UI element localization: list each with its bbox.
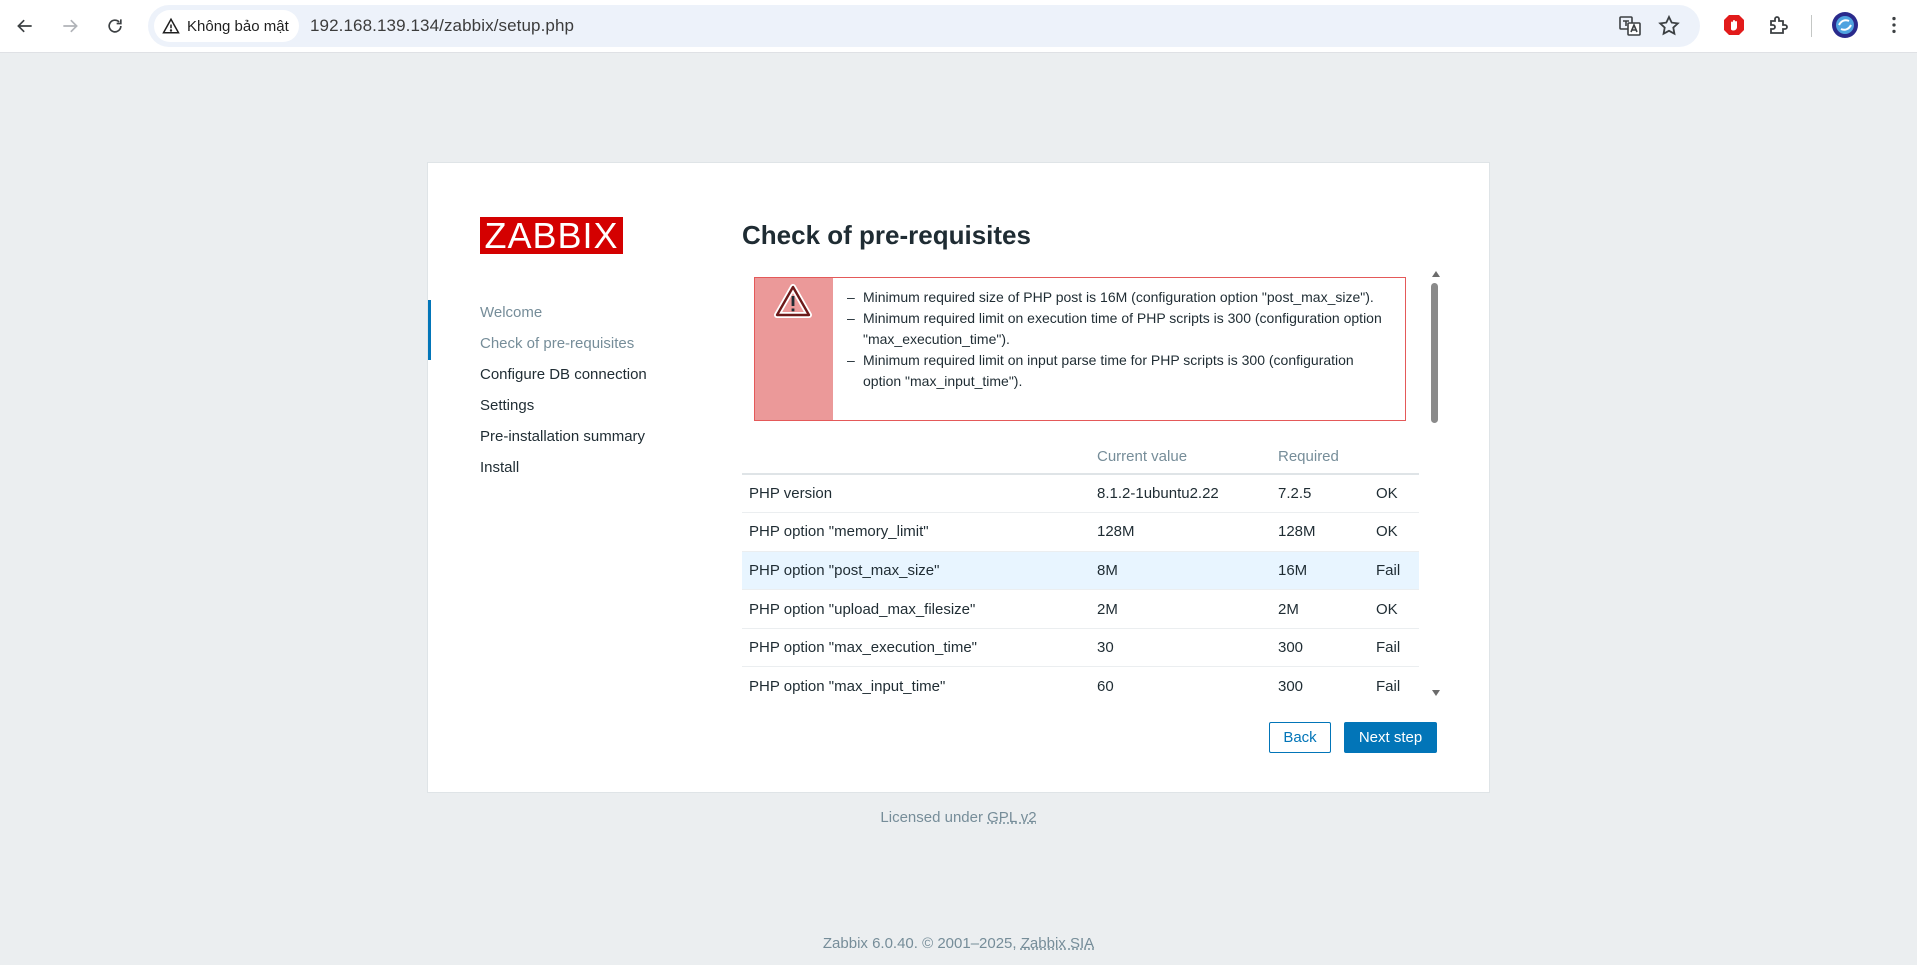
row-current: 8.1.2-1ubuntu2.22: [1090, 474, 1271, 514]
table-row: PHP option "max_execution_time" 30 300 F…: [742, 628, 1419, 668]
step-configure-db: Configure DB connection: [480, 366, 647, 383]
row-name: PHP version: [742, 474, 1090, 514]
forward-arrow-icon[interactable]: [53, 9, 87, 43]
row-required: 300: [1271, 666, 1369, 696]
bookmark-star-icon[interactable]: [1657, 14, 1681, 38]
table-row: PHP version 8.1.2-1ubuntu2.22 7.2.5 OK: [742, 474, 1419, 514]
error-message-list: Minimum required size of PHP post is 16M…: [847, 287, 1387, 392]
zabbix-logo: ZABBIX: [480, 217, 623, 254]
setup-steps-nav: Welcome Check of pre-requisites Configur…: [428, 297, 688, 483]
warning-icon: [162, 17, 180, 34]
row-current: 2M: [1090, 589, 1271, 629]
footer-prefix: Zabbix 6.0.40. © 2001–2025,: [822, 935, 1021, 952]
prerequisites-table: Current value Required PHP version 8.1.2…: [742, 439, 1419, 696]
setup-card: ZABBIX Welcome Check of pre-requisites C…: [427, 162, 1490, 793]
row-status: OK: [1369, 512, 1419, 552]
page-title: Check of pre-requisites: [742, 220, 1031, 250]
error-message-item: Minimum required limit on execution time…: [847, 308, 1387, 350]
row-name: PHP option "max_input_time": [742, 666, 1090, 696]
scroll-down-arrow-icon[interactable]: [1432, 690, 1440, 696]
row-status: Fail: [1369, 551, 1419, 591]
error-message-item: Minimum required limit on input parse ti…: [847, 350, 1387, 392]
row-status: OK: [1369, 474, 1419, 514]
license-text: Licensed under GPL v2: [0, 809, 1917, 826]
extensions-puzzle-icon[interactable]: [1765, 11, 1793, 39]
row-name: PHP option "post_max_size": [742, 551, 1090, 591]
header-name: [742, 439, 1090, 475]
step-settings: Settings: [480, 397, 535, 414]
row-name: PHP option "memory_limit": [742, 512, 1090, 552]
row-current: 8M: [1090, 551, 1271, 591]
translate-icon[interactable]: [1618, 14, 1642, 38]
gpl-link[interactable]: GPL v2: [987, 809, 1036, 826]
row-required: 16M: [1271, 551, 1369, 591]
table-row: PHP option "max_input_time" 60 300 Fail: [742, 666, 1419, 696]
license-prefix: Licensed under: [880, 809, 988, 826]
row-status: Fail: [1369, 666, 1419, 696]
next-step-button[interactable]: Next step: [1344, 722, 1437, 753]
back-arrow-icon[interactable]: [8, 9, 42, 43]
zabbix-sia-link[interactable]: Zabbix SIA: [1021, 935, 1094, 952]
header-current-value: Current value: [1090, 439, 1271, 475]
row-required: 7.2.5: [1271, 474, 1369, 514]
table-row: PHP option "upload_max_filesize" 2M 2M O…: [742, 589, 1419, 629]
step-pre-installation-summary: Pre-installation summary: [480, 428, 646, 445]
adblock-extension-icon[interactable]: [1720, 11, 1748, 39]
prerequisites-scroll-area[interactable]: Minimum required size of PHP post is 16M…: [742, 271, 1442, 696]
footer-copyright: Zabbix 6.0.40. © 2001–2025, Zabbix SIA: [0, 935, 1917, 952]
error-message-item: Minimum required size of PHP post is 16M…: [847, 287, 1387, 308]
security-label: Không bảo mật: [187, 17, 289, 35]
back-button[interactable]: Back: [1269, 722, 1331, 753]
toolbar-separator: [1811, 15, 1812, 37]
browser-menu-icon[interactable]: [1880, 11, 1908, 39]
scroll-up-arrow-icon[interactable]: [1432, 271, 1440, 277]
row-current: 128M: [1090, 512, 1271, 552]
step-check-prerequisites: Check of pre-requisites: [428, 300, 688, 360]
row-required: 300: [1271, 628, 1369, 668]
error-message-box: Minimum required size of PHP post is 16M…: [754, 277, 1406, 421]
table-row: PHP option "post_max_size" 8M 16M Fail: [742, 551, 1419, 591]
header-status: [1369, 439, 1419, 475]
warning-triangle-icon: [774, 284, 812, 318]
row-current: 30: [1090, 628, 1271, 668]
row-required: 2M: [1271, 589, 1369, 629]
row-name: PHP option "max_execution_time": [742, 628, 1090, 668]
row-name: PHP option "upload_max_filesize": [742, 589, 1090, 629]
row-required: 128M: [1271, 512, 1369, 552]
reload-icon[interactable]: [98, 9, 132, 43]
row-status: OK: [1369, 589, 1419, 629]
scrollbar-thumb[interactable]: [1431, 283, 1438, 423]
message-icon-panel: [755, 278, 833, 420]
address-bar[interactable]: Không bảo mật 192.168.139.134/zabbix/set…: [148, 5, 1700, 47]
security-chip[interactable]: Không bảo mật: [154, 10, 299, 42]
table-header-row: Current value Required: [742, 439, 1419, 475]
vertical-scrollbar[interactable]: [1428, 271, 1442, 696]
row-status: Fail: [1369, 628, 1419, 668]
browser-toolbar: Không bảo mật 192.168.139.134/zabbix/set…: [0, 0, 1917, 53]
step-install: Install: [480, 459, 520, 476]
row-current: 60: [1090, 666, 1271, 696]
table-row: PHP option "memory_limit" 128M 128M OK: [742, 512, 1419, 552]
url-text[interactable]: 192.168.139.134/zabbix/setup.php: [310, 16, 574, 36]
profile-avatar-icon[interactable]: [1831, 11, 1859, 39]
header-required: Required: [1271, 439, 1369, 475]
step-welcome: Welcome: [480, 304, 543, 321]
